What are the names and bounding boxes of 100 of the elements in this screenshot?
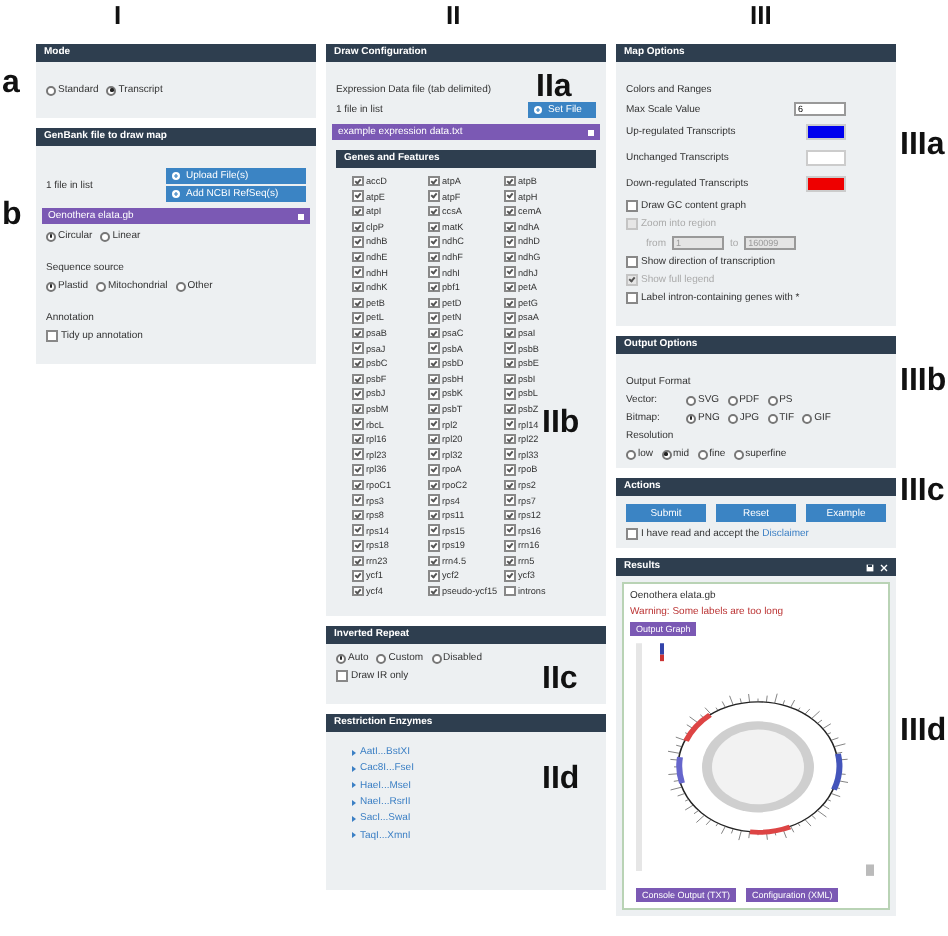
checkbox[interactable] <box>504 342 515 354</box>
checkbox[interactable] <box>46 330 57 342</box>
radio-button[interactable] <box>100 231 111 241</box>
checkbox[interactable] <box>504 312 515 324</box>
radio-button[interactable] <box>697 449 708 459</box>
color-swatch[interactable] <box>806 176 846 192</box>
color-swatch[interactable] <box>806 150 846 166</box>
checkbox[interactable] <box>504 540 515 552</box>
checkbox[interactable] <box>504 357 515 369</box>
checkbox[interactable] <box>428 266 439 278</box>
checkbox[interactable] <box>352 509 363 521</box>
checkbox[interactable] <box>428 418 439 430</box>
checkbox[interactable] <box>352 357 363 369</box>
checkbox[interactable] <box>504 236 515 248</box>
checkbox[interactable] <box>504 221 515 233</box>
radio-button[interactable] <box>106 85 117 95</box>
checkbox[interactable] <box>504 433 515 445</box>
checkbox[interactable] <box>352 297 363 309</box>
checkbox[interactable] <box>352 221 363 233</box>
checkbox[interactable] <box>352 448 363 460</box>
checkbox[interactable] <box>336 670 347 682</box>
checkbox[interactable] <box>428 236 439 248</box>
checkbox[interactable] <box>352 418 363 430</box>
checkbox[interactable] <box>352 236 363 248</box>
checkbox[interactable] <box>428 570 439 582</box>
checkbox[interactable] <box>352 266 363 278</box>
checkbox[interactable] <box>428 448 439 460</box>
radio-button[interactable] <box>727 395 738 405</box>
radio-button[interactable] <box>727 413 738 423</box>
checkbox[interactable] <box>504 403 515 415</box>
checkbox[interactable] <box>428 373 439 385</box>
checkbox[interactable] <box>504 327 515 339</box>
checkbox[interactable] <box>428 327 439 339</box>
checkbox[interactable] <box>504 251 515 263</box>
checkbox[interactable] <box>352 464 363 476</box>
checkbox[interactable] <box>428 540 439 552</box>
checkbox[interactable] <box>504 479 515 491</box>
checkbox[interactable] <box>428 464 439 476</box>
checkbox[interactable] <box>504 297 515 309</box>
checkbox[interactable] <box>352 190 363 202</box>
checkbox[interactable] <box>504 418 515 430</box>
radio-button[interactable] <box>46 281 56 291</box>
radio-button[interactable] <box>767 413 778 423</box>
checkbox[interactable] <box>352 175 363 187</box>
checkbox[interactable] <box>428 190 439 202</box>
checkbox[interactable] <box>428 388 439 400</box>
checkbox[interactable] <box>428 175 439 187</box>
checkbox[interactable] <box>428 205 439 217</box>
checkbox[interactable] <box>626 256 637 268</box>
checkbox[interactable] <box>428 251 439 263</box>
checkbox[interactable] <box>504 555 515 567</box>
radio-button[interactable] <box>626 449 636 459</box>
checkbox[interactable] <box>504 175 515 187</box>
checkbox[interactable] <box>504 266 515 278</box>
radio-button[interactable] <box>96 281 107 291</box>
checkbox[interactable] <box>504 494 515 506</box>
checkbox[interactable] <box>352 433 363 445</box>
radio-button[interactable] <box>46 85 56 95</box>
checkbox[interactable] <box>352 479 363 491</box>
checkbox[interactable] <box>352 327 363 339</box>
checkbox[interactable] <box>352 373 363 385</box>
checkbox[interactable] <box>504 509 515 521</box>
checkbox[interactable] <box>626 292 637 304</box>
checkbox[interactable] <box>352 281 363 293</box>
checkbox[interactable] <box>504 190 515 202</box>
radio-button[interactable] <box>767 395 778 405</box>
checkbox[interactable] <box>428 403 439 415</box>
checkbox[interactable] <box>428 342 439 354</box>
checkbox[interactable] <box>352 388 363 400</box>
checkbox[interactable] <box>428 494 439 506</box>
radio-button[interactable] <box>733 449 744 459</box>
radio-button[interactable] <box>175 281 186 291</box>
checkbox[interactable] <box>352 205 363 217</box>
checkbox[interactable] <box>626 200 637 212</box>
radio-button[interactable] <box>431 653 442 664</box>
checkbox[interactable] <box>352 570 363 582</box>
checkbox[interactable] <box>504 448 515 460</box>
checkbox[interactable] <box>428 585 439 597</box>
checkbox[interactable] <box>428 281 439 293</box>
radio-button[interactable] <box>686 413 696 423</box>
checkbox[interactable] <box>428 357 439 369</box>
checkbox[interactable] <box>428 433 439 445</box>
checkbox[interactable] <box>352 251 363 263</box>
checkbox[interactable] <box>504 373 515 385</box>
radio-button[interactable] <box>802 413 813 423</box>
checkbox[interactable] <box>504 524 515 536</box>
radio-button[interactable] <box>686 395 696 405</box>
checkbox[interactable] <box>504 585 515 597</box>
radio-button[interactable] <box>336 653 346 664</box>
checkbox[interactable] <box>352 403 363 415</box>
checkbox[interactable] <box>626 528 637 540</box>
checkbox[interactable] <box>352 524 363 536</box>
checkbox[interactable] <box>352 540 363 552</box>
checkbox[interactable] <box>428 297 439 309</box>
color-swatch[interactable] <box>806 124 846 140</box>
checkbox[interactable] <box>504 205 515 217</box>
checkbox[interactable] <box>428 509 439 521</box>
checkbox[interactable] <box>504 570 515 582</box>
checkbox[interactable] <box>352 342 363 354</box>
checkbox[interactable] <box>428 479 439 491</box>
